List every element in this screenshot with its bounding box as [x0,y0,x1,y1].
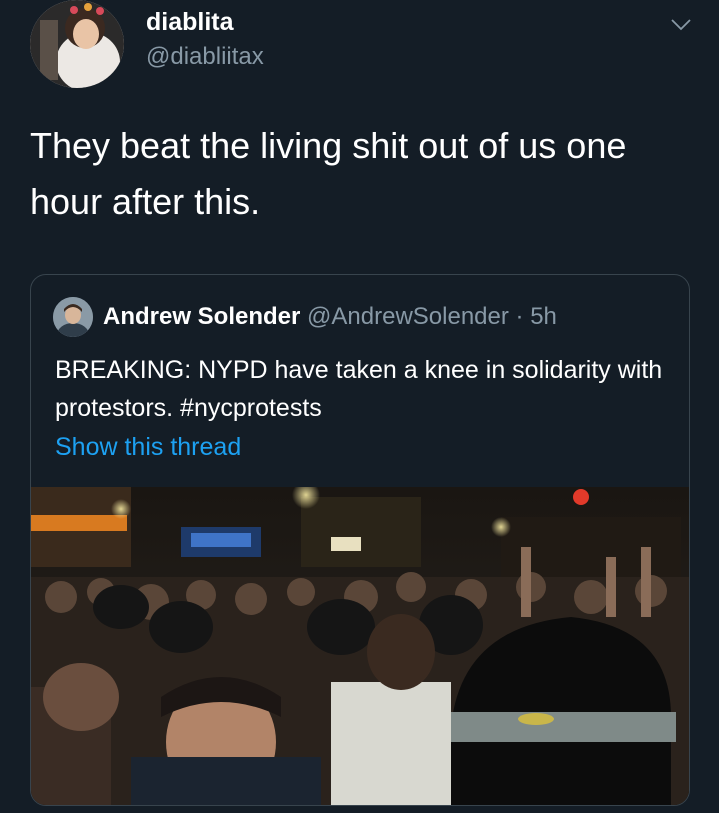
show-thread-link[interactable]: Show this thread [55,433,241,462]
quoted-tweet[interactable]: Andrew Solender @AndrewSolender · 5h BRE… [30,274,690,806]
quoted-text: BREAKING: NYPD have taken a knee in soli… [55,356,663,422]
timestamp[interactable]: 5h [530,303,557,330]
display-name[interactable]: diablita [146,8,234,37]
user-handle[interactable]: @diabliitax [146,43,264,71]
media-image[interactable] [31,487,689,805]
quoted-handle[interactable]: @AndrewSolender [307,303,509,330]
avatar[interactable] [30,0,124,88]
quoted-display-name[interactable]: Andrew Solender [103,303,300,330]
quoted-header: Andrew Solender @AndrewSolender · 5h [103,303,557,331]
quoted-avatar[interactable] [53,297,93,337]
tweet-text: They beat the living shit out of us one … [30,125,627,222]
tweet-screen: diablita @diabliitax They beat the livin… [0,0,719,813]
separator: · [508,303,531,330]
chevron-down-icon[interactable] [669,12,693,36]
